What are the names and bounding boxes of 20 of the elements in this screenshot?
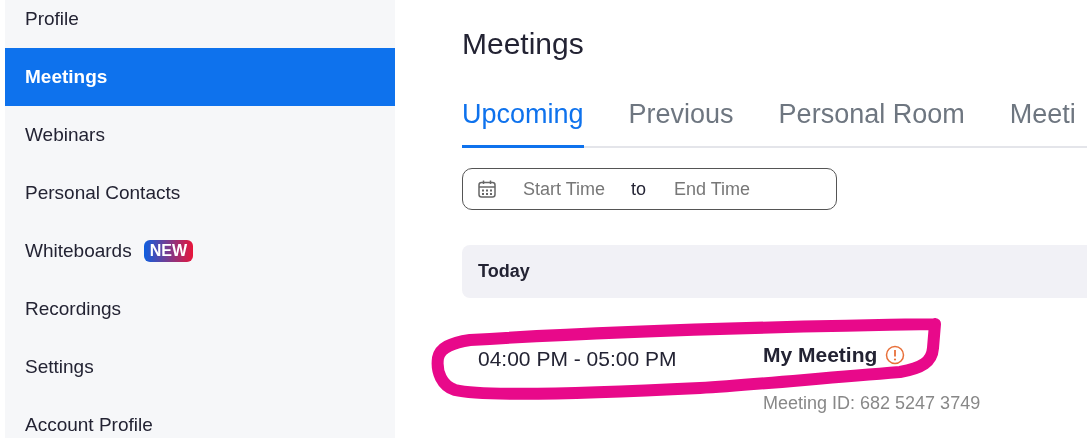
- group-heading: Today: [478, 261, 530, 282]
- date-range-field[interactable]: Start Time to End Time: [462, 168, 837, 210]
- sidebar-item[interactable]: Recordings: [5, 280, 395, 338]
- sidebar-item[interactable]: Whiteboards NEW: [5, 222, 395, 280]
- page-title: Meetings: [462, 27, 585, 62]
- sidebar-item[interactable]: Personal Contacts: [5, 164, 395, 222]
- sidebar-item[interactable]: Settings: [5, 338, 395, 396]
- sidebar-item[interactable]: Account Profile: [5, 396, 395, 438]
- tab[interactable]: Personal Room: [778, 99, 965, 148]
- meeting-time: 04:00 PM - 05:00 PM: [477, 346, 678, 372]
- new-badge: NEW: [143, 240, 193, 262]
- sidebar-item[interactable]: Profile: [5, 0, 395, 48]
- tab[interactable]: Previous: [628, 99, 734, 148]
- meeting-id: Meeting ID: 682 5247 3749: [763, 393, 981, 414]
- sidebar-item[interactable]: Meetings: [5, 48, 395, 106]
- sidebar-item[interactable]: Webinars: [5, 106, 395, 164]
- meeting-title[interactable]: My Meeting: [763, 343, 878, 367]
- calendar-icon: [477, 179, 497, 199]
- tab[interactable]: Meeti: [1009, 99, 1076, 148]
- tab[interactable]: Upcoming: [462, 99, 584, 148]
